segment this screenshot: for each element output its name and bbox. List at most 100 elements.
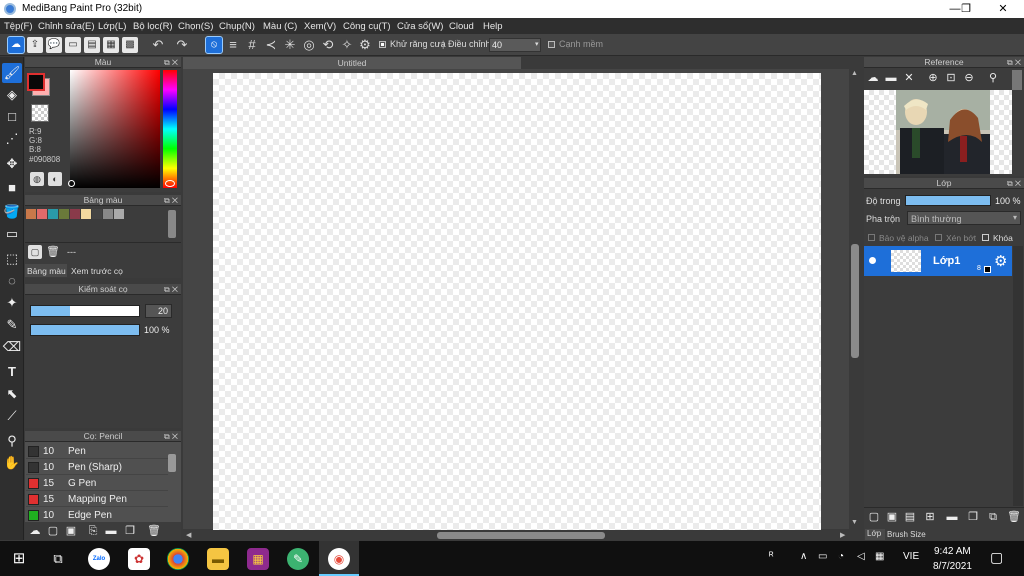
input-language[interactable]: VIE <box>903 551 919 562</box>
new-brush-icon[interactable]: ▢ <box>46 524 60 538</box>
rectangle-tool-icon[interactable]: □ <box>2 107 22 127</box>
tab-brush-size[interactable]: Brush Size <box>887 530 926 539</box>
lock-checkbox[interactable] <box>982 234 989 241</box>
scroll-up-icon[interactable]: ▲ <box>851 70 858 77</box>
menu-file[interactable]: Tệp(F) <box>4 21 33 32</box>
menu-edit[interactable]: Chỉnh sửa(E) <box>38 21 95 32</box>
transparent-color-swatch[interactable] <box>31 104 49 122</box>
panel-close-icon[interactable]: ⧉ ✕ <box>164 284 178 295</box>
brush-item-pen-sharp[interactable]: 10 Pen (Sharp) <box>26 460 168 475</box>
blend-mode-select[interactable]: Bình thường ▾ <box>907 211 1021 225</box>
tab-brush-preview[interactable]: Xem trước cọ <box>71 266 123 276</box>
brush-list-scrollbar[interactable] <box>168 454 176 472</box>
menu-select[interactable]: Chọn(S) <box>178 21 213 32</box>
gradient-tool-icon[interactable]: ▭ <box>2 224 22 244</box>
notifications-icon[interactable]: ▢ <box>990 549 1003 566</box>
wifi-icon[interactable]: ◔ <box>838 551 844 562</box>
grid-snap-icon[interactable]: # <box>244 37 260 53</box>
chrome-icon[interactable] <box>167 548 189 570</box>
cloud-upload-icon[interactable]: ☁ <box>866 71 880 85</box>
zalo-app-icon[interactable]: Zalo <box>88 548 110 570</box>
new-8bit-layer-icon[interactable]: ▤ <box>903 510 917 524</box>
concentric-icon[interactable]: ◎ <box>301 37 317 53</box>
keyboard-icon[interactable]: ▦ <box>875 551 884 562</box>
menu-window[interactable]: Cửa sổ(W) <box>397 21 443 32</box>
layer-row[interactable]: Lớp1 8 ⚙ <box>864 246 1012 276</box>
zoom-out-icon[interactable]: ⊖ <box>962 71 976 85</box>
palette-swatch[interactable] <box>26 209 36 219</box>
snap-settings-gear-icon[interactable]: ⚙ <box>357 37 373 53</box>
new-layer-icon[interactable]: ▢ <box>867 510 881 524</box>
brush-delete-trash-icon[interactable]: 🗑 <box>147 524 161 538</box>
soft-edge-checkbox[interactable] <box>548 41 555 48</box>
panel-close-icon[interactable]: ⧉ ✕ <box>1007 178 1021 189</box>
tray-chevron-up-icon[interactable]: ∧ <box>800 551 807 562</box>
select-eraser-tool-icon[interactable]: ⌫ <box>2 337 22 357</box>
divide-tool-icon[interactable]: ⟋ <box>2 406 22 426</box>
panel-close-icon[interactable]: ⧉ ✕ <box>1007 57 1021 68</box>
clock-date[interactable]: 8/7/2021 <box>933 561 972 572</box>
lasso-tool-icon[interactable]: ◌ <box>2 271 22 291</box>
grid-icon[interactable]: ▩ <box>122 37 138 53</box>
brush-item-g-pen[interactable]: 15 G Pen <box>26 476 168 491</box>
comment-icon[interactable]: 💬 <box>46 37 62 53</box>
redo-icon[interactable]: ↷ <box>174 37 190 53</box>
paint-app-icon[interactable]: ✿ <box>128 548 150 570</box>
canvas-hscroll-thumb[interactable] <box>437 532 605 539</box>
share-icon[interactable]: ⇪ <box>27 37 43 53</box>
task-view-icon[interactable]: ⧉ <box>47 548 69 570</box>
add-layer-menu-icon[interactable]: ⊞ <box>923 510 937 524</box>
clock-time[interactable]: 9:42 AM <box>934 546 971 557</box>
brush-settings-icon[interactable]: ▣ <box>64 524 78 538</box>
delete-layer-trash-icon[interactable]: 🗑 <box>1007 510 1021 524</box>
scroll-down-icon[interactable]: ▼ <box>851 519 858 526</box>
eraser-tool-icon[interactable]: ◈ <box>2 85 22 105</box>
new-palette-icon[interactable]: ▢ <box>28 245 42 259</box>
paint-tool-app-icon[interactable]: ✎ <box>287 548 309 570</box>
open-folder-icon[interactable]: ▬ <box>884 71 898 85</box>
layout-icon[interactable]: ▦ <box>103 37 119 53</box>
new-halftone-layer-icon[interactable]: ▣ <box>885 510 899 524</box>
palette-swatch[interactable] <box>81 209 91 219</box>
fit-view-icon[interactable]: ⊡ <box>944 71 958 85</box>
close-reference-icon[interactable]: ✕ <box>902 71 916 85</box>
cloud-icon[interactable]: ☁ <box>7 36 25 54</box>
palette-swatch[interactable] <box>37 209 47 219</box>
medibang-app-icon[interactable]: ◉ <box>328 548 350 570</box>
perspective-icon[interactable]: ✧ <box>339 37 355 53</box>
move-tool-icon[interactable]: ✥ <box>2 154 22 174</box>
brush-item-edge-pen[interactable]: 10 Edge Pen <box>26 508 168 523</box>
bucket-tool-icon[interactable]: 🪣 <box>2 202 22 222</box>
undo-icon[interactable]: ↶ <box>150 37 166 53</box>
drawing-canvas[interactable] <box>213 73 821 530</box>
battery-icon[interactable]: ▭ <box>818 551 827 562</box>
close-button[interactable]: ✕ <box>982 0 1024 18</box>
primary-color-swatch[interactable] <box>27 73 45 91</box>
canvas-vscroll-thumb[interactable] <box>851 244 859 358</box>
palette-swatch[interactable] <box>103 209 113 219</box>
people-icon[interactable]: ᴿ <box>769 551 774 562</box>
palette-swatch[interactable] <box>59 209 69 219</box>
adjust-value-field[interactable]: 40 <box>489 38 541 52</box>
adjust-dropdown-icon[interactable]: ▾ <box>535 40 539 48</box>
radial-line-icon[interactable]: ✳ <box>282 37 298 53</box>
menu-filter[interactable]: Bộ lọc(R) <box>133 21 173 32</box>
operation-tool-icon[interactable]: ⬉ <box>2 384 22 404</box>
dot-tool-icon[interactable]: ⋰ <box>2 129 22 149</box>
no-snap-icon[interactable]: ⦸ <box>205 36 223 54</box>
scroll-right-icon[interactable]: ▶ <box>840 531 845 539</box>
layer-list-scrollbar[interactable] <box>1013 246 1023 506</box>
brush-folder-icon[interactable]: ▬ <box>104 524 118 538</box>
fill-rect-tool-icon[interactable]: ■ <box>2 178 22 198</box>
volume-icon[interactable]: ◁ <box>857 551 865 562</box>
color-wheel-icon[interactable]: ◍ <box>30 172 44 186</box>
eyedropper-icon[interactable]: ⚲ <box>986 71 1000 85</box>
brush-item-mapping-pen[interactable]: 15 Mapping Pen <box>26 492 168 507</box>
brush-item-pen[interactable]: 10 Pen <box>26 444 168 459</box>
color-palette-icon[interactable]: ◐ <box>48 172 62 186</box>
brush-copy-icon[interactable]: ⎘ <box>86 524 100 538</box>
palette-scrollbar[interactable] <box>168 210 176 238</box>
merge-layer-icon[interactable]: ⧉ <box>986 510 1000 524</box>
document-icon[interactable]: ▤ <box>84 37 100 53</box>
parallel-snap-icon[interactable]: ≡ <box>225 37 241 53</box>
